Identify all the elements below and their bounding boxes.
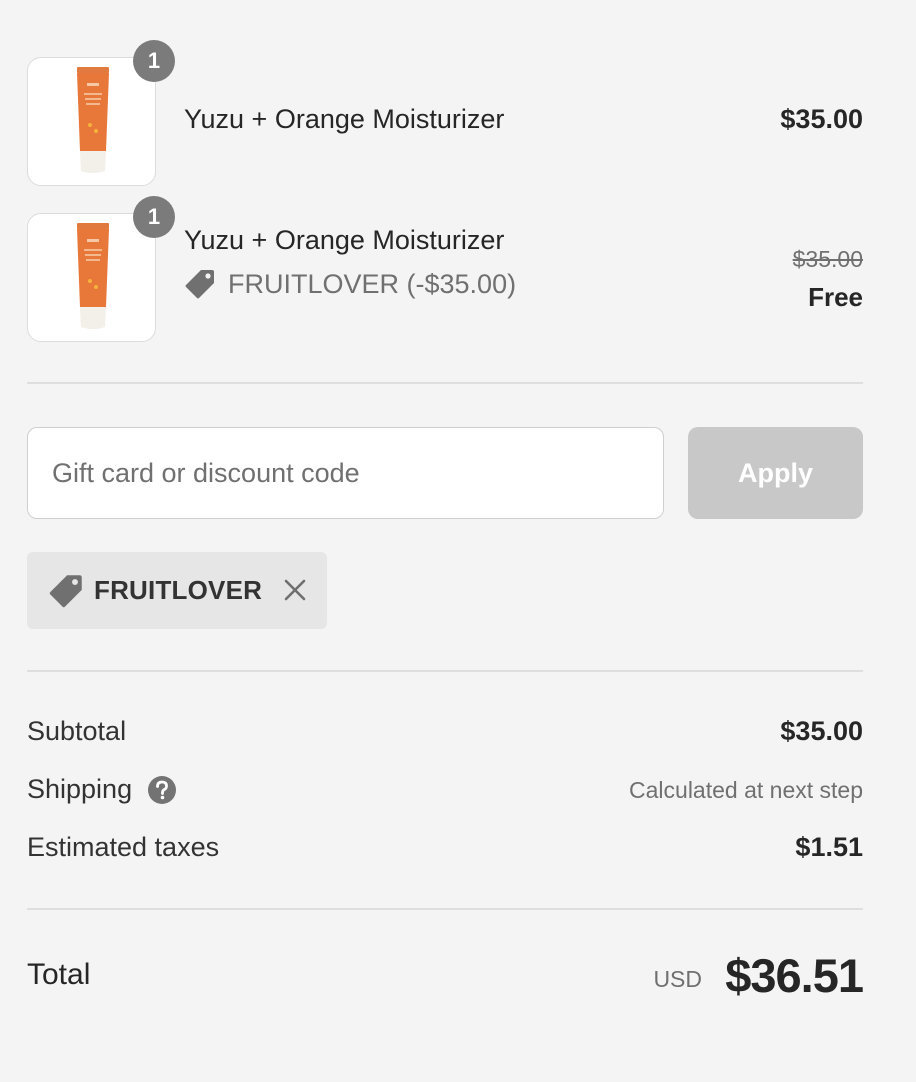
quantity-badge: 1 xyxy=(133,196,175,238)
discount-chip-label: FRUITLOVER xyxy=(94,575,263,605)
shipping-value: Calculated at next step xyxy=(629,777,863,803)
question-icon[interactable] xyxy=(147,775,177,805)
subtotal-label: Subtotal xyxy=(27,716,127,746)
divider xyxy=(27,670,863,672)
order-summary: 1 Yuzu + Orange Moisturizer $35.00 1 Yuz… xyxy=(0,0,916,1082)
taxes-value: $1.51 xyxy=(795,832,863,862)
moisturizer-tube-image xyxy=(77,67,109,173)
divider xyxy=(27,382,863,384)
shipping-row: Shipping Calculated at next step xyxy=(27,772,863,812)
product-price: Free xyxy=(808,282,863,312)
discount-code-text: FRUITLOVER (-$35.00) xyxy=(228,268,517,299)
tag-icon xyxy=(185,270,214,299)
product-thumbnail: 1 xyxy=(27,196,175,342)
product-price: $35.00 xyxy=(780,104,863,134)
shipping-label: Shipping xyxy=(27,774,133,804)
apply-button[interactable]: Apply xyxy=(688,427,863,519)
subtotal-value: $35.00 xyxy=(780,716,863,746)
applied-discount-chip: FRUITLOVER xyxy=(27,552,327,629)
total-currency: USD xyxy=(653,966,702,992)
moisturizer-tube-image xyxy=(77,223,109,329)
taxes-label: Estimated taxes xyxy=(27,832,220,862)
product-name: Yuzu + Orange Moisturizer xyxy=(184,225,505,255)
close-icon[interactable] xyxy=(283,578,307,602)
line-item: 1 Yuzu + Orange Moisturizer FRUITLOVER (… xyxy=(27,196,863,343)
total-amount: $36.51 xyxy=(725,949,864,1002)
product-thumbnail: 1 xyxy=(27,40,175,186)
shipping-label-group: Shipping xyxy=(27,774,177,805)
taxes-row: Estimated taxes $1.51 xyxy=(27,830,863,870)
original-price: $35.00 xyxy=(792,246,863,272)
tag-icon xyxy=(49,574,82,607)
discount-code-input[interactable] xyxy=(27,427,664,519)
total-label: Total xyxy=(27,958,91,991)
divider xyxy=(27,908,863,910)
product-name: Yuzu + Orange Moisturizer xyxy=(184,104,505,134)
quantity-badge: 1 xyxy=(133,40,175,82)
line-discount: FRUITLOVER (-$35.00) xyxy=(184,268,516,300)
subtotal-row: Subtotal $35.00 xyxy=(27,714,863,754)
line-item: 1 Yuzu + Orange Moisturizer $35.00 xyxy=(27,40,863,187)
